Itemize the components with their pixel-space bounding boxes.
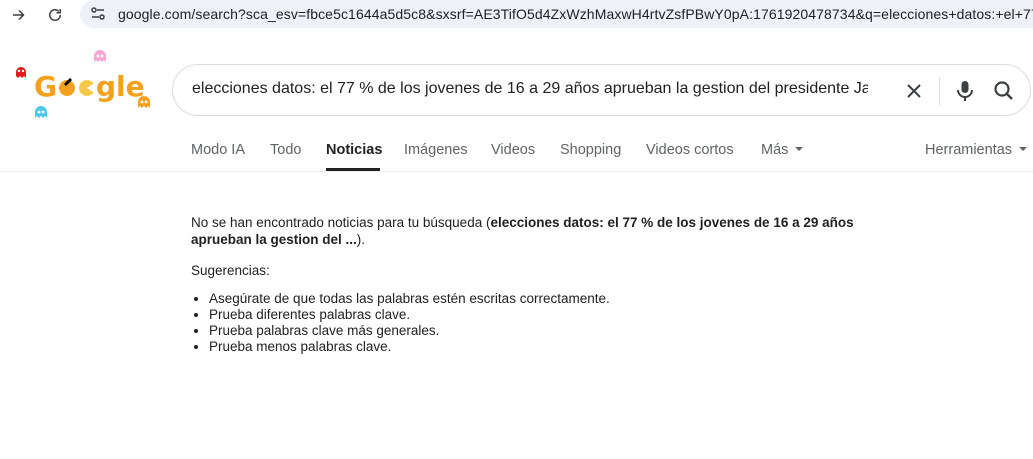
search-input[interactable]: elecciones datos: el 77 % de los jovenes… <box>192 80 868 98</box>
doodle-pacman-logo: G gle <box>16 50 150 118</box>
tools-button[interactable]: Herramientas <box>925 142 1028 158</box>
suggestion-item: Prueba palabras clave más generales. <box>209 323 891 339</box>
tab-todo[interactable]: Todo <box>270 142 301 158</box>
suggestion-item: Asegúrate de que todas las palabras esté… <box>209 291 891 307</box>
search-divider <box>939 77 940 105</box>
tab-videos[interactable]: Videos <box>491 142 535 158</box>
caret-down-icon <box>795 147 804 151</box>
suggestions-list: Asegúrate de que todas las palabras esté… <box>191 291 891 355</box>
forward-arrow-icon[interactable] <box>8 4 30 26</box>
suggestion-item: Prueba menos palabras clave. <box>209 339 891 355</box>
google-logo[interactable]: G gle <box>12 44 152 124</box>
tab-videos-cortos[interactable]: Videos cortos <box>646 142 734 158</box>
address-bar[interactable]: google.com/search?sca_esv=fbce5c1644a5d5… <box>80 0 1033 28</box>
url-text: google.com/search?sca_esv=fbce5c1644a5d5… <box>118 6 1033 22</box>
results-area: No se han encontrado noticias para tu bú… <box>191 214 891 355</box>
search-box[interactable]: elecciones datos: el 77 % de los jovenes… <box>172 64 1031 116</box>
site-info-icon[interactable] <box>90 6 106 22</box>
cyan-ghost-icon <box>35 106 47 118</box>
tab-mas-label: Más <box>761 142 789 158</box>
no-results-suffix: ). <box>356 232 366 247</box>
search-tabs: Modo IA Todo Noticias Imágenes Videos Sh… <box>0 130 1033 172</box>
svg-text:G: G <box>34 70 57 103</box>
suggestions-title: Sugerencias: <box>191 263 270 278</box>
reload-icon[interactable] <box>44 4 66 26</box>
tab-imagenes[interactable]: Imágenes <box>404 142 468 158</box>
no-results-message: No se han encontrado noticias para tu bú… <box>191 214 891 248</box>
pink-ghost-icon <box>94 50 106 62</box>
tab-shopping[interactable]: Shopping <box>560 142 621 158</box>
search-icon[interactable] <box>991 78 1017 104</box>
svg-text:gle: gle <box>96 70 145 103</box>
caret-down-icon <box>1019 147 1028 151</box>
red-ghost-icon <box>16 67 26 78</box>
suggestion-item: Prueba diferentes palabras clave. <box>209 307 891 323</box>
clear-icon[interactable] <box>902 79 926 103</box>
active-tab-indicator <box>326 168 380 171</box>
tab-modo-ia[interactable]: Modo IA <box>191 142 245 158</box>
browser-toolbar: google.com/search?sca_esv=fbce5c1644a5d5… <box>0 0 1033 30</box>
tools-label: Herramientas <box>925 142 1013 158</box>
no-results-prefix: No se han encontrado noticias para tu bú… <box>191 215 491 230</box>
tab-noticias[interactable]: Noticias <box>326 142 382 158</box>
tab-mas[interactable]: Más <box>761 142 804 158</box>
microphone-icon[interactable] <box>953 78 977 104</box>
